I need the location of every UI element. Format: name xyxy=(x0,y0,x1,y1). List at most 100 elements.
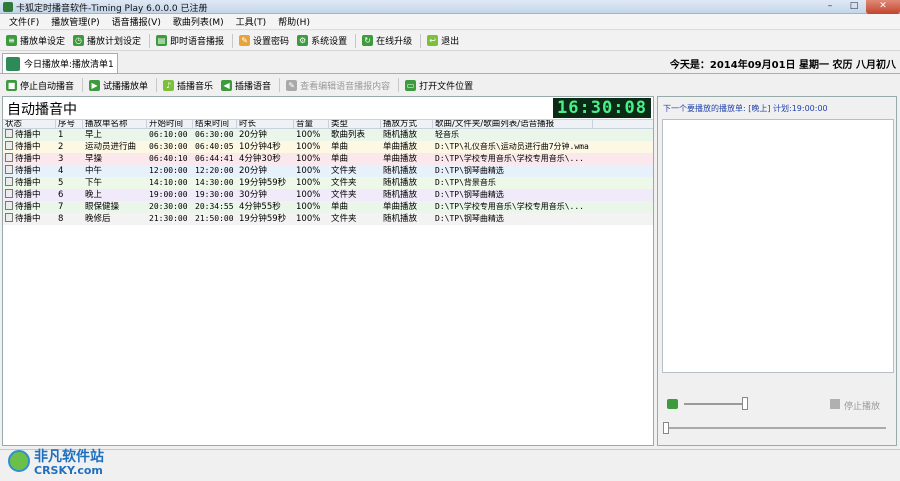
instant-broadcast-button[interactable]: ▤ 即时语音播报 xyxy=(153,32,227,49)
cell-source: D:\TP\钢琴曲精选 xyxy=(435,214,504,223)
trial-play-button[interactable]: ▶ 试播播放单 xyxy=(86,77,151,94)
cell-end: 19:30:00 xyxy=(195,190,234,199)
toolbar-separator xyxy=(156,78,158,92)
cell-type: 单曲 xyxy=(331,142,349,152)
pending-icon xyxy=(5,153,13,162)
cell-no: 1 xyxy=(58,130,64,140)
col-duration[interactable]: 时长 xyxy=(237,120,294,128)
pending-icon xyxy=(5,201,13,210)
col-no[interactable]: 序号 xyxy=(56,120,83,128)
cell-end: 21:50:00 xyxy=(195,214,234,223)
cell-type: 单曲 xyxy=(331,154,349,164)
cell-mode: 单曲播放 xyxy=(383,154,418,164)
pending-icon xyxy=(5,129,13,138)
maximize-icon[interactable]: □ xyxy=(842,0,866,14)
toolbar-separator xyxy=(398,78,400,92)
cell-volume: 100% xyxy=(296,142,321,152)
window-controls: – □ ✕ xyxy=(818,0,900,14)
cell-duration: 30分钟 xyxy=(239,190,267,200)
table-row[interactable]: 待播中 2 运动员进行曲 06:30:00 06:40:05 10分钟4秒 100% 单曲 单曲… xyxy=(3,141,653,153)
stop-auto-play-button[interactable]: ■ 停止自动播音 xyxy=(3,77,77,94)
table-row[interactable]: 待播中 6 晚上 19:00:00 19:30:00 30分钟 100% 文件夹 随机播放 D:\… xyxy=(3,189,653,201)
menu-playback[interactable]: 播放管理(P) xyxy=(45,15,105,28)
col-start[interactable]: 开始时间 xyxy=(147,120,193,128)
cell-source: 轻音乐 xyxy=(435,130,459,139)
insert-music-button[interactable]: ♪ 插播音乐 xyxy=(160,77,216,94)
col-source[interactable]: 歌曲/文件夹/歌曲列表/语音播报 xyxy=(433,120,593,128)
toolbar-separator xyxy=(420,33,422,48)
menu-bar: 文件(F) 播放管理(P) 语音播报(V) 歌曲列表(M) 工具(T) 帮助(H… xyxy=(0,14,900,30)
menu-song-list[interactable]: 歌曲列表(M) xyxy=(167,15,230,28)
next-playlist-label: 下一个要播放的播放单: [晚上] 计划:19:00:00 xyxy=(663,104,828,113)
close-icon[interactable]: ✕ xyxy=(866,0,900,14)
table-row[interactable]: 待播中 4 中午 12:00:00 12:20:00 20分钟 100% 文件夹 随机播放 D:\… xyxy=(3,165,653,177)
cell-type: 歌曲列表 xyxy=(331,130,366,140)
table-row[interactable]: 待播中 5 下午 14:10:00 14:30:00 19分钟59秒 100% 文件夹 随机播放… xyxy=(3,177,653,189)
password-icon: ✎ xyxy=(239,35,251,46)
cell-start: 06:40:10 xyxy=(149,154,188,163)
music-icon: ♪ xyxy=(163,79,175,91)
cell-end: 06:44:41 xyxy=(195,154,234,163)
cell-type: 文件夹 xyxy=(331,178,357,188)
cell-source: D:\TP\礼仪音乐\运动员进行曲7分钟.wma xyxy=(435,142,589,151)
col-type[interactable]: 类型 xyxy=(329,120,381,128)
col-name[interactable]: 播放单名称 xyxy=(83,120,147,128)
upgrade-icon: ↻ xyxy=(362,35,374,46)
stop-icon xyxy=(830,399,840,409)
work-area: ■ 停止自动播音 ▶ 试播播放单 ♪ 插播音乐 ◀ 插播语音 ✎ 查看编辑语音播… xyxy=(0,73,900,448)
menu-tools[interactable]: 工具(T) xyxy=(230,15,273,28)
next-playlist-panel: 下一个要播放的播放单: [晚上] 计划:19:00:00 停止播放 xyxy=(657,96,897,446)
open-file-location-button[interactable]: ▭ 打开文件位置 xyxy=(402,77,476,94)
minimize-icon[interactable]: – xyxy=(818,0,842,14)
cell-start: 19:00:00 xyxy=(149,190,188,199)
insert-voice-button[interactable]: ◀ 插播语音 xyxy=(218,77,274,94)
edit-voice-content-button[interactable]: ✎ 查看编辑语音播报内容 xyxy=(283,77,393,94)
exit-icon: ↩ xyxy=(427,35,439,46)
cell-mode: 单曲播放 xyxy=(383,142,418,152)
progress-slider[interactable] xyxy=(663,422,886,434)
menu-help[interactable]: 帮助(H) xyxy=(272,15,316,28)
online-upgrade-button[interactable]: ↻ 在线升级 xyxy=(359,32,415,49)
menu-file[interactable]: 文件(F) xyxy=(3,15,45,28)
pending-icon xyxy=(5,213,13,222)
tab-today-playlist[interactable]: 今日播放单:播放清单1 xyxy=(2,53,118,73)
action-toolbar: ■ 停止自动播音 ▶ 试播播放单 ♪ 插播音乐 ◀ 插播语音 ✎ 查看编辑语音播… xyxy=(3,76,478,94)
cell-duration: 20分钟 xyxy=(239,166,267,176)
col-volume[interactable]: 音量 xyxy=(294,120,329,128)
set-password-button[interactable]: ✎ 设置密码 xyxy=(236,32,292,49)
exit-button[interactable]: ↩ 退出 xyxy=(424,32,462,49)
cell-start: 21:30:00 xyxy=(149,214,188,223)
cell-no: 6 xyxy=(58,190,64,200)
today-date: 今天是：2014年09月01日 星期一 农历 八月初八 xyxy=(669,60,896,71)
cell-end: 14:30:00 xyxy=(195,178,234,187)
system-settings-button[interactable]: ⚙ 系统设置 xyxy=(294,32,350,49)
cell-volume: 100% xyxy=(296,190,321,200)
volume-icon[interactable] xyxy=(667,399,678,409)
col-mode[interactable]: 播放方式 xyxy=(381,120,433,128)
pending-icon xyxy=(5,165,13,174)
cell-no: 2 xyxy=(58,142,64,152)
stop-play-button[interactable]: 停止播放 xyxy=(844,399,880,412)
play-status-heading: 自动播音中 xyxy=(7,102,77,118)
table-row[interactable]: 待播中 3 早操 06:40:10 06:44:41 4分钟30秒 100% 单曲 单曲播放 D:… xyxy=(3,153,653,165)
table-row[interactable]: 待播中 7 眼保健操 20:30:00 20:34:55 4分钟55秒 100% 单曲 单曲播放… xyxy=(3,201,653,213)
col-end[interactable]: 结束时间 xyxy=(193,120,237,128)
table-row[interactable]: 待播中 8 晚修后 21:30:00 21:50:00 19分钟59秒 100% 文件夹 随机播… xyxy=(3,213,653,225)
playlist-settings-button[interactable]: ≡ 播放单设定 xyxy=(3,32,68,49)
cell-name: 中午 xyxy=(85,166,103,176)
cell-start: 12:00:00 xyxy=(149,166,188,175)
cell-mode: 随机播放 xyxy=(383,130,418,140)
volume-slider-thumb[interactable] xyxy=(741,397,748,410)
cell-no: 8 xyxy=(58,214,64,224)
volume-slider[interactable] xyxy=(684,397,748,410)
progress-slider-thumb[interactable] xyxy=(663,422,669,434)
table-row[interactable]: 待播中 1 早上 06:10:00 06:30:00 20分钟 100% 歌曲列表 随机播放 轻音… xyxy=(3,129,653,141)
cell-name: 早操 xyxy=(85,154,103,164)
cell-source: D:\TP\钢琴曲精选 xyxy=(435,166,504,175)
status-text: 待播中 xyxy=(15,190,41,200)
col-status[interactable]: 状态 xyxy=(3,120,56,128)
playlist-settings-icon: ≡ xyxy=(6,35,17,46)
schedule-settings-button[interactable]: ◷ 播放计划设定 xyxy=(70,32,144,49)
cell-name: 下午 xyxy=(85,178,103,188)
menu-voice[interactable]: 语音播报(V) xyxy=(106,15,167,28)
